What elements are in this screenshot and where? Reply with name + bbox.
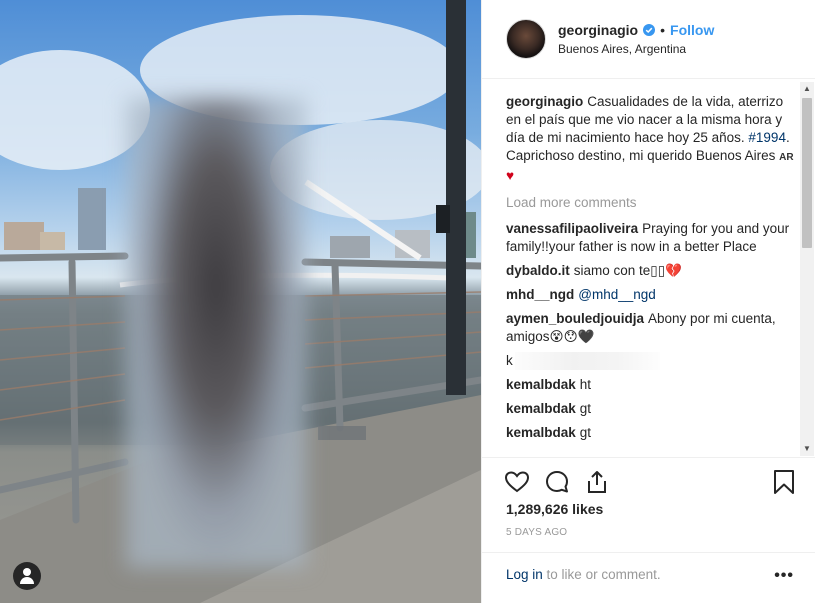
- comment-item: vanessafilipaoliveira Praying for you and…: [506, 220, 796, 256]
- comment-item: kemalbdak gt: [506, 400, 796, 418]
- user-tag-icon[interactable]: [13, 562, 41, 590]
- comment-username[interactable]: kemalbdak: [506, 377, 576, 392]
- avatar[interactable]: [506, 19, 546, 59]
- caption: georginagio Casualidades de la vida, ater…: [506, 93, 796, 185]
- login-footer: Log in to like or comment. •••: [482, 552, 815, 603]
- scroll-up-arrow-icon[interactable]: ▲: [800, 82, 814, 96]
- login-prompt: Log in to like or comment.: [506, 567, 661, 582]
- bookmark-icon[interactable]: [771, 469, 797, 495]
- comment-text: ht: [579, 377, 592, 393]
- follow-button[interactable]: Follow: [670, 22, 714, 38]
- heart-emoji: ♥: [506, 168, 515, 183]
- heart-icon[interactable]: [504, 469, 530, 495]
- scrollbar-thumb[interactable]: [802, 98, 812, 248]
- comment-item: kemalbdak gt: [506, 424, 796, 442]
- comment-item: dybaldo.it siamo con te▯▯💔: [506, 262, 796, 280]
- verified-badge-icon: [643, 24, 656, 36]
- login-link[interactable]: Log in: [506, 567, 543, 582]
- location-link[interactable]: Buenos Aires, Argentina: [558, 42, 686, 56]
- blurred-person: [126, 98, 306, 568]
- likes-count[interactable]: 1,289,626 likes: [506, 501, 603, 517]
- comment-username-partial[interactable]: k: [506, 353, 513, 368]
- comments-scrollbar[interactable]: ▲ ▼: [800, 82, 814, 456]
- post-photo[interactable]: [0, 0, 481, 603]
- share-icon[interactable]: [584, 469, 610, 495]
- flag-emoji: AR: [779, 152, 794, 163]
- more-options-icon[interactable]: •••: [774, 567, 794, 585]
- comment-username[interactable]: vanessafilipaoliveira: [506, 221, 638, 236]
- comment-text: gt: [579, 425, 592, 441]
- post-header: georginagio • Follow Buenos Aires, Argen…: [482, 0, 815, 79]
- comment-username[interactable]: aymen_bouledjouidja: [506, 311, 644, 326]
- login-prompt-text: to like or comment.: [542, 567, 661, 582]
- post-timestamp[interactable]: 5 DAYS AGO: [506, 527, 567, 538]
- hashtag-link[interactable]: #1994: [748, 130, 786, 145]
- comments-list[interactable]: georginagio Casualidades de la vida, ater…: [506, 93, 796, 455]
- comment-username[interactable]: kemalbdak: [506, 401, 576, 416]
- header-separator: •: [660, 22, 666, 38]
- comment-username[interactable]: mhd__ngd: [506, 287, 574, 302]
- post-side-panel: georginagio • Follow Buenos Aires, Argen…: [481, 0, 815, 603]
- scroll-down-arrow-icon[interactable]: ▼: [800, 442, 814, 456]
- comment-item: aymen_bouledjouidja Abony por mi cuenta, …: [506, 310, 796, 346]
- comment-username[interactable]: dybaldo.it: [506, 263, 570, 278]
- redacted-comment: [514, 352, 660, 371]
- comment-text: siamo con te▯▯💔: [573, 263, 682, 278]
- load-more-comments[interactable]: Load more comments: [506, 195, 796, 210]
- mention-link[interactable]: @mhd__ngd: [578, 287, 656, 302]
- comment-item: k: [506, 352, 796, 371]
- header-username[interactable]: georginagio: [558, 22, 638, 38]
- comment-item: kemalbdak ht: [506, 376, 796, 394]
- header-user-line: georginagio • Follow: [558, 22, 714, 38]
- comment-text: gt: [579, 401, 592, 417]
- comment-item: mhd__ngd @mhd__ngd: [506, 286, 796, 304]
- comment-username[interactable]: kemalbdak: [506, 425, 576, 440]
- action-bar: [482, 457, 815, 507]
- comment-icon[interactable]: [544, 469, 570, 495]
- caption-username[interactable]: georginagio: [506, 94, 583, 109]
